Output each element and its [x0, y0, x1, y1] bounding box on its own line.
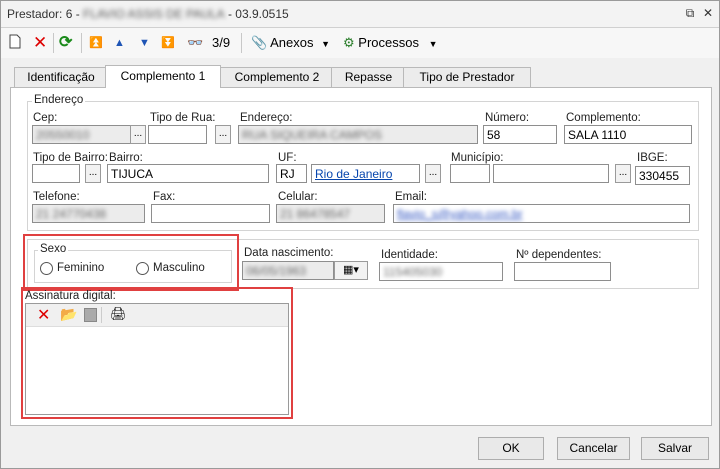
complemento-field[interactable]: SALA 1110 [564, 125, 692, 144]
cep-label: Cep: [33, 112, 58, 124]
endereco-field[interactable]: RUA SIQUEIRA CAMPOS [238, 125, 478, 144]
data-nascimento-label: Data nascimento: [244, 247, 334, 259]
cep-lookup-button[interactable]: ... [130, 125, 146, 144]
uf-name-field[interactable]: Rio de Janeiro [311, 164, 420, 183]
sexo-highlight-box [23, 234, 239, 291]
calendar-icon: ▦▾ [343, 264, 359, 276]
tab-identificacao[interactable]: Identificação [14, 67, 108, 87]
email-field[interactable]: flavio_s@yahoo.com.br [393, 204, 690, 223]
numero-field[interactable]: 58 [483, 125, 557, 144]
calendar-dropdown-button[interactable]: ▦▾ [334, 261, 368, 280]
ibge-label: IBGE: [637, 152, 668, 164]
cancel-button[interactable]: Cancelar [557, 437, 630, 460]
chevron-down-icon: ▼ [321, 39, 331, 49]
record-position: 3/9 [212, 35, 231, 50]
chevron-down-icon: ▼ [428, 39, 438, 49]
gears-icon: ⚙ [343, 35, 355, 50]
prestador-window: Prestador: 6 - FLAVIO ASSIS DE PAULA - 0… [0, 0, 720, 469]
first-record-icon[interactable]: ⏫ [89, 34, 103, 52]
processos-menu[interactable]: ⚙ Processos ▼ [343, 34, 438, 52]
data-nascimento-value: 06/05/1963 [246, 264, 307, 278]
numero-label: Número: [485, 112, 530, 124]
tipo-rua-field[interactable] [148, 125, 207, 144]
delete-icon[interactable]: ✕ [33, 34, 47, 52]
tipo-bairro-field[interactable] [32, 164, 80, 183]
celular-field[interactable]: 21 86478547 [276, 204, 385, 223]
previous-record-icon[interactable]: ▲ [114, 34, 125, 52]
title-bar: Prestador: 6 - FLAVIO ASSIS DE PAULA - 0… [1, 1, 719, 28]
cep-field[interactable]: 20550010 [32, 125, 144, 144]
anexos-label: Anexos [270, 35, 314, 50]
bairro-field[interactable]: TIJUCA [107, 164, 269, 183]
assinatura-highlight-box [21, 287, 293, 419]
close-icon[interactable]: ✕ [701, 6, 715, 20]
municipio-label: Município: [451, 152, 504, 164]
email-label: Email: [395, 191, 427, 203]
municipio-name-field[interactable] [493, 164, 609, 183]
tipo-rua-lookup-button[interactable]: ... [215, 125, 231, 144]
dependentes-field[interactable] [514, 262, 611, 281]
uf-label: UF: [278, 152, 297, 164]
endereco-label: Endereço: [240, 112, 293, 124]
email-value: flavio_s@yahoo.com.br [397, 207, 523, 221]
identidade-field[interactable]: 115405030 [379, 262, 503, 281]
new-icon[interactable] [9, 34, 21, 52]
fax-field[interactable] [151, 204, 270, 223]
identidade-label: Identidade: [381, 249, 438, 261]
identidade-value: 115405030 [383, 265, 443, 279]
processos-label: Processos [358, 35, 419, 50]
tab-tipo-de-prestador[interactable]: Tipo de Prestador [403, 67, 531, 87]
cep-value: 20550010 [36, 128, 90, 142]
paperclip-icon: 📎 [251, 35, 268, 50]
tab-complemento-2[interactable]: Complemento 2 [220, 67, 334, 87]
ibge-field[interactable]: 330455 [635, 166, 690, 185]
tab-complemento-1[interactable]: Complemento 1 [105, 65, 221, 88]
toolbar-separator [53, 33, 54, 53]
celular-label: Celular: [278, 191, 318, 203]
save-button[interactable]: Salvar [641, 437, 709, 460]
binoculars-icon[interactable]: 👓 [187, 34, 203, 52]
tipo-bairro-label: Tipo de Bairro: [33, 152, 108, 164]
anexos-menu[interactable]: 📎 Anexos ▼ [251, 34, 330, 52]
data-nascimento-field[interactable]: 06/05/1963 [242, 261, 334, 280]
uf-lookup-button[interactable]: ... [425, 164, 441, 183]
telefone-label: Telefone: [33, 191, 80, 203]
ok-button[interactable]: OK [478, 437, 544, 460]
uf-field[interactable]: RJ [276, 164, 307, 183]
celular-value: 21 86478547 [280, 207, 351, 221]
endereco-group-label: Endereço [32, 94, 86, 106]
title-redacted-name: FLAVIO ASSIS DE PAULA [83, 7, 225, 21]
tab-repasse[interactable]: Repasse [331, 67, 406, 87]
title-prefix: Prestador: 6 - [7, 7, 84, 21]
bairro-label: Bairro: [109, 152, 143, 164]
last-record-icon[interactable]: ⏬ [161, 34, 175, 52]
endereco-value: RUA SIQUEIRA CAMPOS [242, 128, 383, 142]
tipo-rua-label: Tipo de Rua: [150, 112, 216, 124]
window-title: Prestador: 6 - FLAVIO ASSIS DE PAULA - 0… [7, 7, 289, 21]
refresh-icon[interactable]: ⟳ [59, 34, 72, 52]
restore-icon[interactable]: ⧉ [683, 6, 697, 20]
toolbar-separator [81, 33, 82, 53]
telefone-value: 21 24770438 [36, 207, 107, 221]
uf-name-link[interactable]: Rio de Janeiro [315, 167, 392, 181]
complemento-label: Complemento: [566, 112, 641, 124]
tipo-bairro-lookup-button[interactable]: ... [85, 164, 101, 183]
dependentes-label: Nº dependentes: [516, 249, 602, 261]
municipio-code-field[interactable] [450, 164, 490, 183]
tab-strip: Identificação Complemento 1 Complemento … [1, 65, 719, 88]
fax-label: Fax: [153, 191, 176, 203]
title-suffix: - 03.9.0515 [224, 7, 289, 21]
next-record-icon[interactable]: ▼ [139, 34, 150, 52]
telefone-field[interactable]: 21 24770438 [32, 204, 145, 223]
toolbar-separator [241, 33, 242, 53]
toolbar: ✕ ⟳ ⏫ ▲ ▼ ⏬ 👓 3/9 📎 Anexos ▼ ⚙ Processos… [1, 28, 719, 58]
municipio-lookup-button[interactable]: ... [615, 164, 631, 183]
